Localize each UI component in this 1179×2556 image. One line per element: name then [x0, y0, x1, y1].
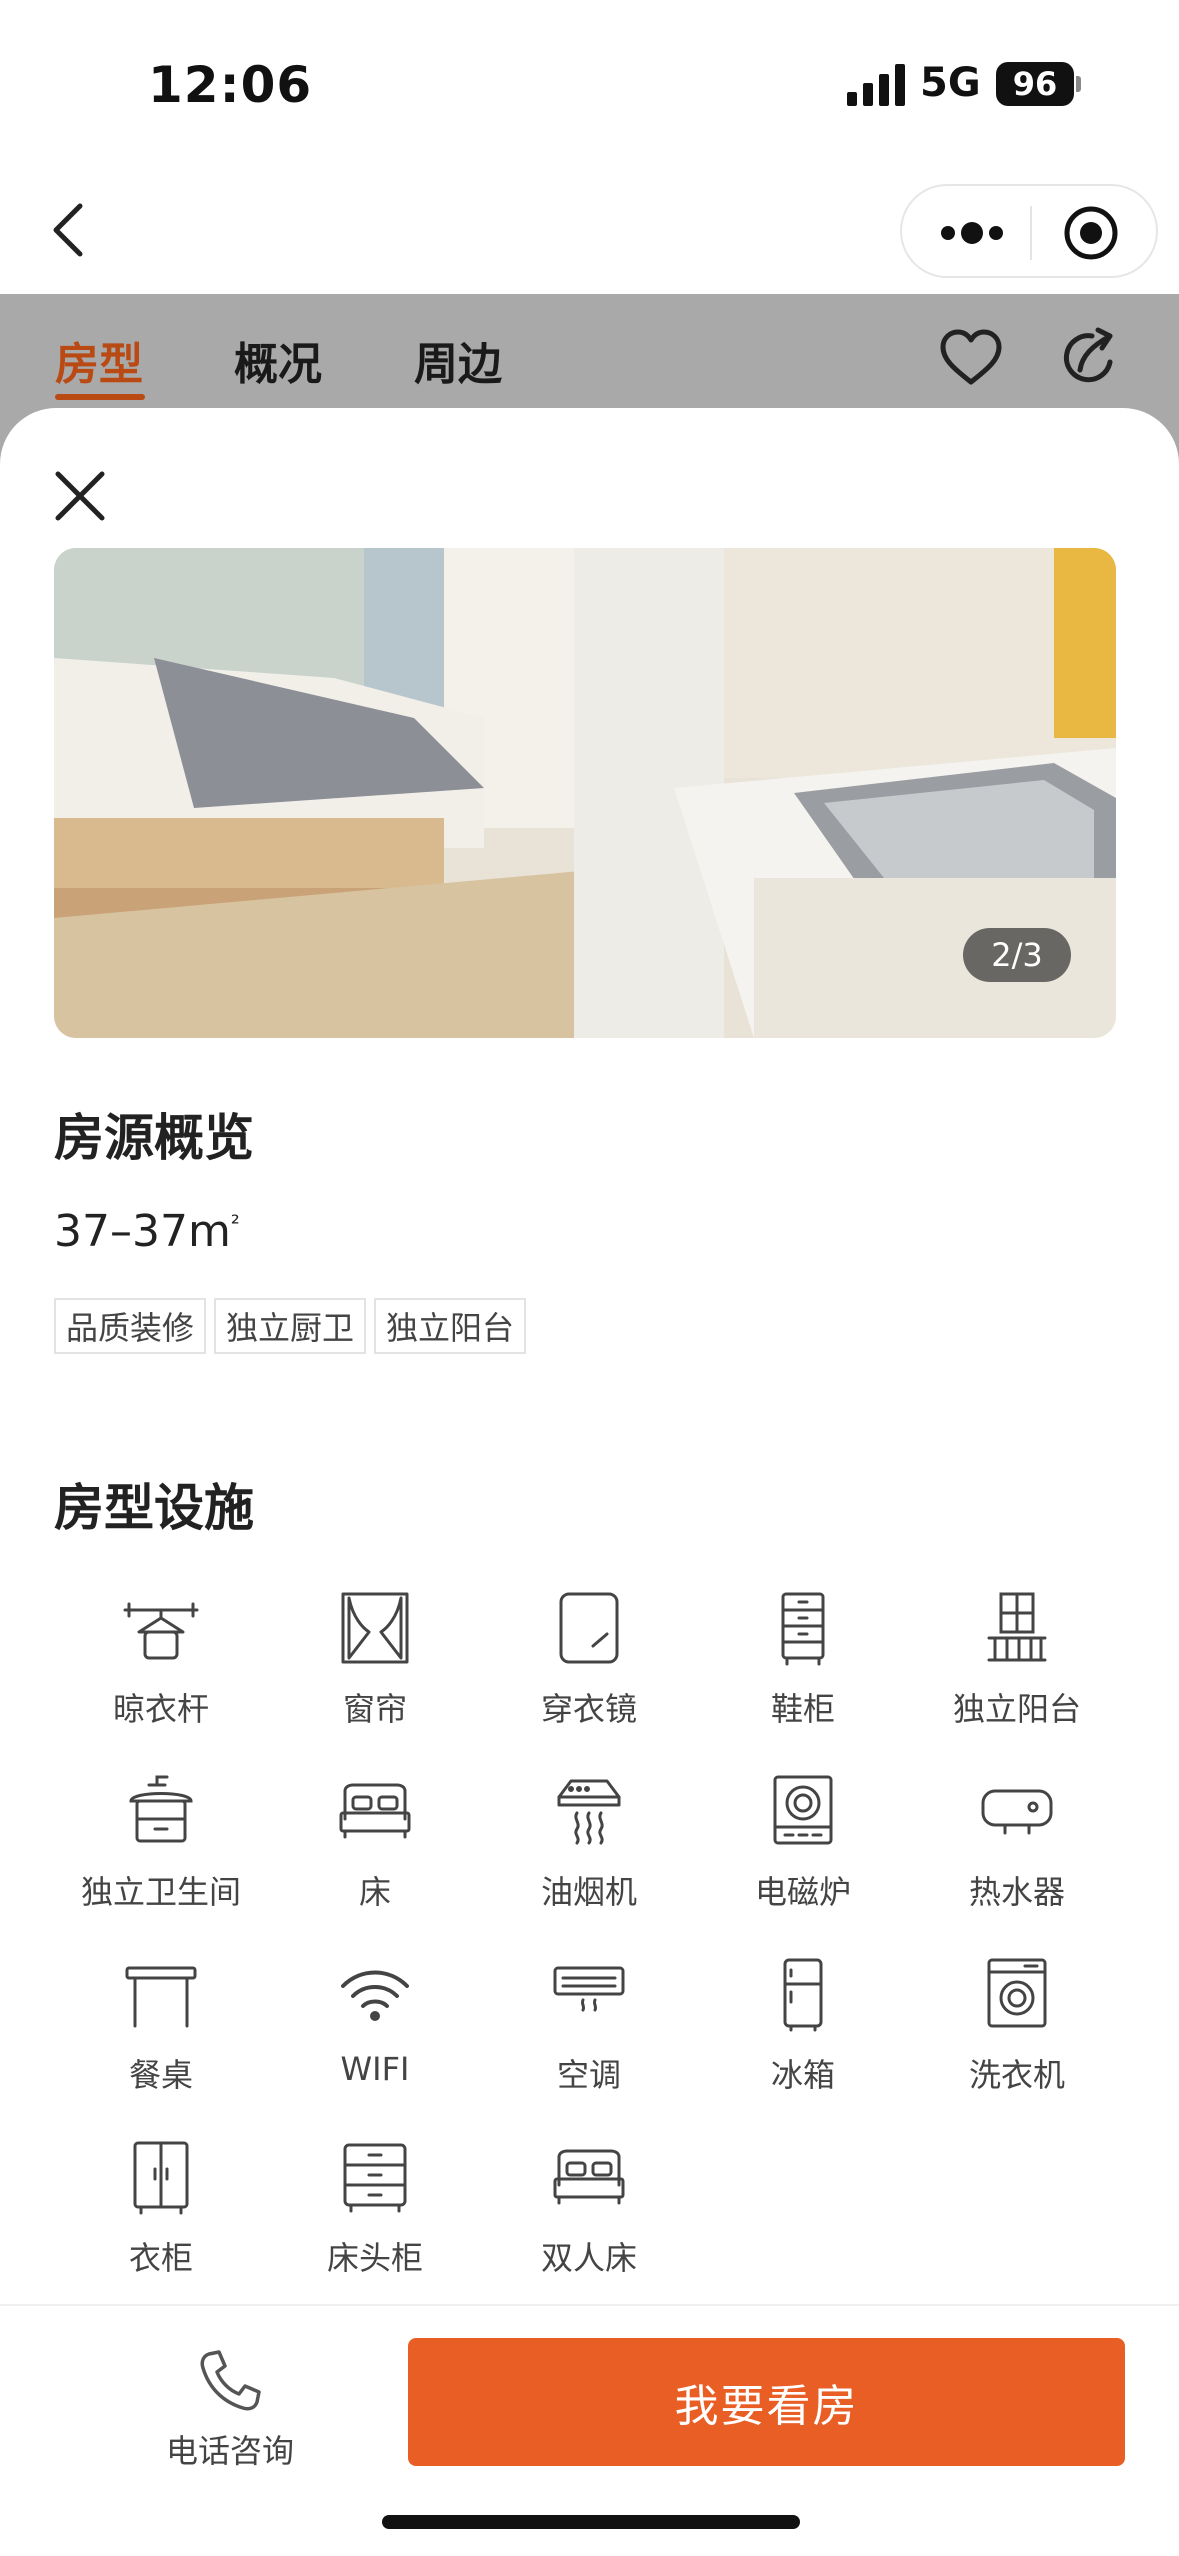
facility-label: 洗衣机 [968, 2056, 1065, 2094]
facility-label: 窗帘 [342, 1690, 407, 1728]
home-indicator [382, 2515, 800, 2529]
record-circle-icon[interactable] [1062, 204, 1120, 262]
curtain-icon [341, 1592, 409, 1664]
tag-private-kitchen-bath: 独立厨卫 [214, 1298, 367, 1354]
wardrobe-icon [133, 2141, 189, 2215]
area-range: 37–37m² [54, 1206, 240, 1257]
facility-item: 双人床 [482, 2127, 696, 2310]
close-icon[interactable] [50, 466, 110, 526]
fridge-icon [783, 1958, 823, 2032]
battery-tip [1076, 76, 1081, 92]
mini-program-capsule [900, 184, 1158, 278]
facility-label: 床头柜 [326, 2239, 423, 2277]
balcony-icon [987, 1592, 1047, 1662]
range-hood-icon [557, 1779, 621, 1845]
status-bar: 12:06 5G 96 [0, 0, 1179, 170]
facility-label: 穿衣镜 [540, 1690, 637, 1728]
more-dots-icon[interactable] [932, 208, 1012, 258]
facility-label: WIFI [340, 2050, 410, 2088]
facility-label: 床 [358, 1873, 391, 1911]
facility-label: 衣柜 [128, 2239, 193, 2277]
area-value: 37–37m [54, 1206, 231, 1257]
bathroom-icon [129, 1775, 193, 1843]
facility-item: 餐桌 [54, 1944, 268, 2127]
facility-item: 鞋柜 [696, 1578, 910, 1761]
facility-label: 独立阳台 [952, 1690, 1081, 1728]
facility-label: 独立卫生间 [80, 1873, 241, 1911]
feature-tags: 品质装修 独立厨卫 独立阳台 [54, 1298, 527, 1354]
facilities-grid: 晾衣杆 窗帘 穿衣镜 鞋柜 独立阳台 独立卫生间 床 油烟机 电磁炉 热水器 餐… [54, 1578, 1124, 2310]
photo-counter: 2/3 [963, 928, 1071, 982]
facility-label: 双人床 [540, 2239, 637, 2277]
signal-icon [847, 64, 905, 106]
phone-consult-button[interactable]: 电话咨询 [150, 2346, 310, 2486]
double-bed-icon [553, 2149, 625, 2205]
bed-icon [339, 1783, 411, 1839]
facility-item: 晾衣杆 [54, 1578, 268, 1761]
tab-overview[interactable]: 概况 [234, 328, 322, 392]
shoe-cabinet-icon [781, 1592, 825, 1666]
facility-label: 电磁炉 [754, 1873, 851, 1911]
battery-icon: 96 [996, 62, 1074, 106]
facility-label: 晾衣杆 [112, 1690, 209, 1728]
facility-label: 冰箱 [770, 2056, 835, 2094]
facility-item: 床头柜 [268, 2127, 482, 2310]
facility-label: 热水器 [968, 1873, 1065, 1911]
washing-machine-icon [987, 1958, 1047, 2028]
facility-item: 冰箱 [696, 1944, 910, 2127]
induction-cooker-icon [773, 1775, 833, 1845]
tab-room-type[interactable]: 房型 [55, 328, 143, 392]
room-photo-image [54, 548, 1116, 1038]
battery-level: 96 [1012, 65, 1058, 103]
nightstand-icon [343, 2143, 407, 2213]
mirror-icon [559, 1592, 619, 1664]
facility-item: 电磁炉 [696, 1761, 910, 1944]
overview-title: 房源概览 [54, 1109, 254, 1167]
background-tabs: 房型 概况 周边 [0, 294, 1179, 414]
capsule-divider [1030, 206, 1032, 260]
wifi-icon [341, 1970, 409, 2021]
facility-item: 空调 [482, 1944, 696, 2127]
facility-item: 热水器 [910, 1761, 1124, 1944]
share-icon[interactable] [1054, 322, 1126, 394]
facility-label: 空调 [556, 2056, 621, 2094]
air-conditioner-icon [553, 1966, 625, 2012]
dining-table-icon [125, 1966, 197, 2028]
facility-item: 窗帘 [268, 1578, 482, 1761]
phone-icon [200, 2350, 261, 2411]
facility-label: 鞋柜 [770, 1690, 835, 1728]
back-button[interactable] [40, 190, 96, 270]
tag-quality-decoration: 品质装修 [54, 1298, 207, 1354]
facility-item: 洗衣机 [910, 1944, 1124, 2127]
facility-label: 油烟机 [540, 1873, 637, 1911]
facility-item: 床 [268, 1761, 482, 1944]
tag-private-balcony: 独立阳台 [374, 1298, 527, 1354]
tab-surroundings[interactable]: 周边 [414, 328, 502, 392]
room-detail-sheet: 2/3 房源概览 37–37m² 品质装修 独立厨卫 独立阳台 房型设施 晾衣杆… [0, 408, 1179, 2556]
hanger-icon [123, 1602, 199, 1660]
water-heater-icon [981, 1789, 1053, 1835]
facility-item: WIFI [268, 1944, 482, 2127]
facility-item: 穿衣镜 [482, 1578, 696, 1761]
heart-icon[interactable] [935, 322, 1007, 394]
facilities-title: 房型设施 [54, 1479, 254, 1537]
facility-label: 餐桌 [128, 2056, 193, 2094]
book-viewing-button[interactable]: 我要看房 [408, 2338, 1125, 2466]
status-time: 12:06 [148, 56, 313, 114]
room-photo[interactable]: 2/3 [54, 548, 1116, 1038]
facility-item: 独立阳台 [910, 1578, 1124, 1761]
facility-item: 油烟机 [482, 1761, 696, 1944]
tab-active-underline [55, 394, 145, 400]
chevron-left-icon [53, 203, 83, 257]
area-unit: ² [230, 1211, 240, 1237]
network-type: 5G [920, 60, 981, 106]
facility-item: 衣柜 [54, 2127, 268, 2310]
phone-consult-label: 电话咨询 [165, 2432, 294, 2470]
facility-item: 独立卫生间 [54, 1761, 268, 1944]
